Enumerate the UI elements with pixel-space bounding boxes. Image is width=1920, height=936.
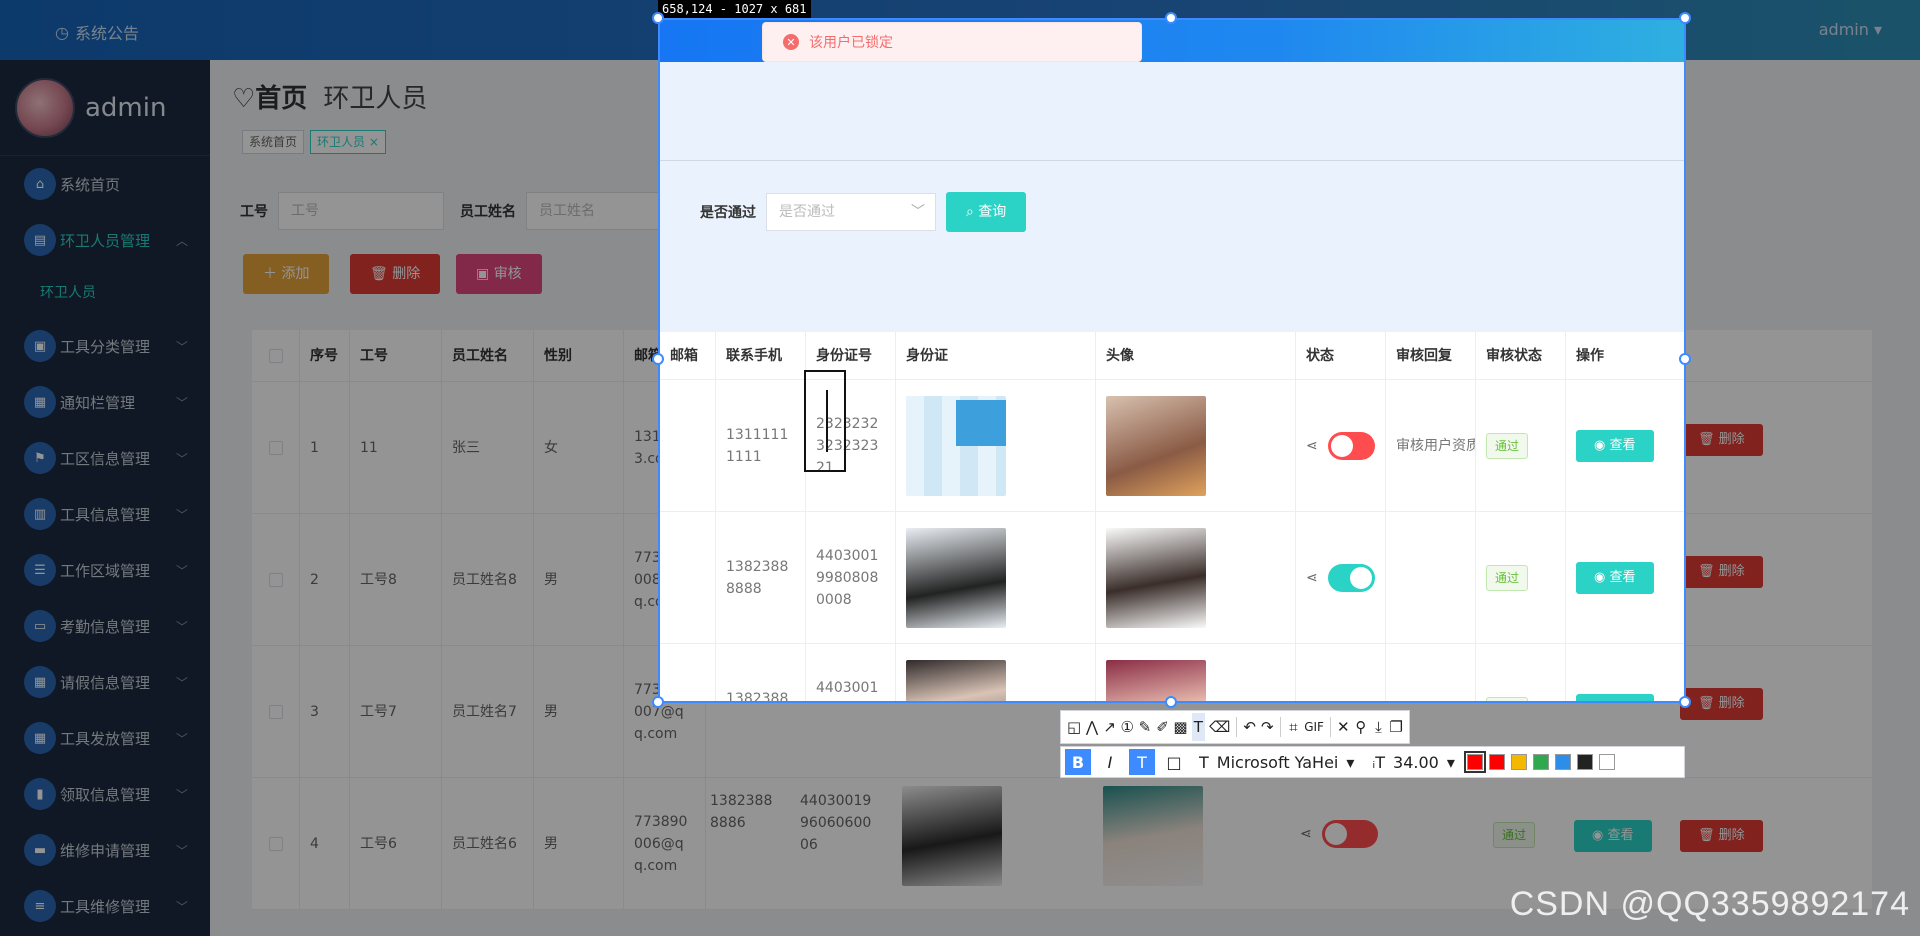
- eraser-icon[interactable]: ⌫: [1209, 713, 1230, 741]
- error-toast: ✕ 该用户已锁定: [762, 22, 1142, 62]
- download-icon[interactable]: ⤓: [1372, 713, 1386, 741]
- status-badge: 通过: [1486, 696, 1529, 701]
- caret-down-icon: ▾: [1446, 752, 1455, 772]
- highlighter-icon[interactable]: ✐: [1156, 713, 1170, 741]
- resize-handle[interactable]: [1165, 12, 1177, 24]
- color-swatch-blue[interactable]: [1554, 754, 1571, 770]
- font-family-select[interactable]: T Microsoft YaHei ▾: [1193, 753, 1360, 772]
- status-badge: 通过: [1486, 432, 1529, 459]
- query-button[interactable]: ⌕ 查询: [946, 192, 1027, 232]
- capture-search-bar: 是否通过 是否通过 ﹀ ⌕ 查询: [700, 192, 1027, 232]
- table-row: 13823888888 440300199808080008 ⋖ 通过 ◉ 查看: [660, 512, 1684, 644]
- status-toggle[interactable]: [1327, 431, 1375, 460]
- id-card-image[interactable]: [906, 659, 1006, 701]
- copy-icon[interactable]: ❐: [1389, 713, 1403, 741]
- status-toggle[interactable]: [1327, 563, 1375, 592]
- caret-down-icon: ▾: [1346, 752, 1355, 772]
- color-swatch-black[interactable]: [1576, 754, 1593, 770]
- font-size-select[interactable]: ᵢT 34.00 ▾: [1366, 753, 1460, 772]
- avatar-image[interactable]: [1106, 527, 1206, 628]
- capture-toolbar: ◱ ⋀ ↗ ① ✎ ✐ ▩ T ⌫ ↶ ↷ ⌗ GIF ✕ ⚲ ⤓ ❐: [1060, 710, 1410, 744]
- font-icon: T: [1199, 752, 1209, 772]
- text-outline-icon[interactable]: T: [1129, 749, 1155, 775]
- eye-icon: ◉: [1594, 437, 1610, 453]
- color-swatch-red[interactable]: [1488, 754, 1505, 770]
- resize-handle[interactable]: [1679, 696, 1691, 708]
- color-swatch-yellow[interactable]: [1510, 754, 1527, 770]
- resize-handle[interactable]: [1679, 353, 1691, 365]
- text-tool-icon[interactable]: T: [1191, 713, 1206, 741]
- share-icon: ⋖: [1306, 437, 1318, 454]
- redo-icon[interactable]: ↷: [1260, 713, 1274, 741]
- id-card-image[interactable]: [906, 395, 1006, 496]
- chevron-down-icon: ﹀: [911, 204, 925, 220]
- arrow-icon[interactable]: ↗: [1103, 713, 1117, 741]
- italic-icon[interactable]: I: [1097, 749, 1123, 775]
- pin-icon[interactable]: ⚲: [1354, 713, 1368, 741]
- capture-selection[interactable]: 是否通过 是否通过 ﹀ ⌕ 查询 邮箱 联系手机 身份证号 身份证 头像 状态 审…: [658, 18, 1686, 703]
- row-view-button[interactable]: ◉ 查看: [1576, 693, 1654, 704]
- search-icon: ⌕: [966, 204, 979, 220]
- row-view-button[interactable]: ◉ 查看: [1576, 561, 1654, 594]
- resize-handle[interactable]: [652, 696, 664, 708]
- text-background-icon[interactable]: □: [1161, 749, 1187, 775]
- pencil-icon[interactable]: ✎: [1138, 713, 1152, 741]
- resize-handle[interactable]: [652, 353, 664, 365]
- color-swatch-white[interactable]: [1598, 754, 1615, 770]
- eye-icon: ◉: [1594, 702, 1609, 704]
- polyline-icon[interactable]: ⋀: [1085, 713, 1099, 741]
- gif-icon[interactable]: GIF: [1304, 713, 1324, 741]
- id-card-image[interactable]: [906, 527, 1006, 628]
- status-badge: 通过: [1486, 564, 1529, 591]
- font-size-icon: ᵢT: [1372, 752, 1386, 772]
- close-circle-icon: ✕: [783, 34, 799, 50]
- scan-icon[interactable]: ⌗: [1287, 713, 1301, 741]
- resize-handle[interactable]: [1165, 696, 1177, 708]
- pass-select[interactable]: 是否通过 ﹀: [766, 193, 936, 231]
- color-swatch-green[interactable]: [1532, 754, 1549, 770]
- mosaic-icon[interactable]: ▩: [1173, 713, 1187, 741]
- text-input-box[interactable]: [804, 370, 846, 472]
- color-swatch-red-selected[interactable]: [1463, 751, 1486, 773]
- shape-icon[interactable]: ◱: [1067, 713, 1081, 741]
- share-icon: ⋖: [1306, 569, 1318, 586]
- eye-icon: ◉: [1594, 569, 1610, 585]
- text-style-toolbar: B I T □ T Microsoft YaHei ▾ ᵢT 34.00 ▾: [1060, 746, 1685, 778]
- row-view-button[interactable]: ◉ 查看: [1576, 429, 1654, 462]
- watermark: CSDN @QQ3359892174: [1509, 885, 1910, 923]
- close-icon[interactable]: ✕: [1336, 713, 1350, 741]
- resize-handle[interactable]: [652, 12, 664, 24]
- number-icon[interactable]: ①: [1120, 713, 1134, 741]
- undo-icon[interactable]: ↶: [1243, 713, 1257, 741]
- capture-size-label: 658,124 - 1027 x 681: [658, 0, 811, 18]
- avatar-image[interactable]: [1106, 659, 1206, 701]
- avatar-image[interactable]: [1106, 395, 1206, 496]
- table-row: 13823888887 440300199707070007 通过 ◉ 查看: [660, 644, 1684, 704]
- resize-handle[interactable]: [1679, 12, 1691, 24]
- bold-icon[interactable]: B: [1065, 749, 1091, 775]
